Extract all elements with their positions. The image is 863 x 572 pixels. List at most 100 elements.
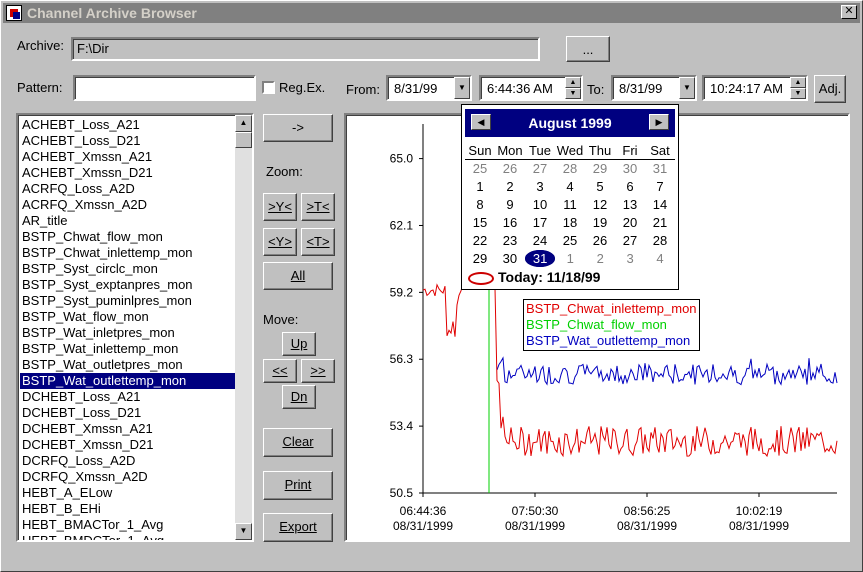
calendar-day[interactable]: 29 xyxy=(585,160,615,178)
date-picker-calendar[interactable]: ◀ August 1999 ▶ Sun Mon Tue Wed Thu Fri Sat 25… xyxy=(461,104,679,290)
calendar-day[interactable]: 26 xyxy=(495,160,525,178)
zoom-y-in-button[interactable]: >Y< xyxy=(263,193,297,221)
channel-list-item[interactable]: ACRFQ_Xmssn_A2D xyxy=(20,197,236,213)
move-down-button[interactable]: Dn xyxy=(282,385,316,409)
calendar-prev-month-icon[interactable]: ◀ xyxy=(471,114,491,130)
calendar-day[interactable]: 28 xyxy=(645,232,675,250)
zoom-t-in-button[interactable]: >T< xyxy=(301,193,335,221)
calendar-day[interactable]: 22 xyxy=(465,232,495,250)
channel-list-item[interactable]: HEBT_BMDCTor_1_Avg xyxy=(20,533,236,540)
calendar-day[interactable]: 29 xyxy=(465,250,495,268)
calendar-day[interactable]: 3 xyxy=(525,178,555,196)
calendar-day[interactable]: 4 xyxy=(645,250,675,268)
channel-list-item[interactable]: ACHEBT_Loss_D21 xyxy=(20,133,236,149)
channel-list-item[interactable]: HEBT_BMACTor_1_Avg xyxy=(20,517,236,533)
calendar-day[interactable]: 13 xyxy=(615,196,645,214)
channel-list-item[interactable]: BSTP_Wat_outlettemp_mon xyxy=(20,373,236,389)
channel-list-item[interactable]: BSTP_Wat_outletpres_mon xyxy=(20,357,236,373)
from-date-dropdown-icon[interactable]: ▼ xyxy=(454,77,470,99)
from-time-up-icon[interactable]: ▲ xyxy=(565,77,581,88)
channel-list-item[interactable]: BSTP_Chwat_inlettemp_mon xyxy=(20,245,236,261)
channel-list-item[interactable]: DCRFQ_Xmssn_A2D xyxy=(20,469,236,485)
calendar-today[interactable]: Today: 11/18/99 xyxy=(468,269,600,285)
channel-list-item[interactable]: DCRFQ_Loss_A2D xyxy=(20,453,236,469)
calendar-day[interactable]: 30 xyxy=(495,250,525,268)
channel-list-item[interactable]: DCHEBT_Xmssn_D21 xyxy=(20,437,236,453)
pattern-input[interactable] xyxy=(73,75,256,101)
calendar-day[interactable]: 9 xyxy=(495,196,525,214)
calendar-day[interactable]: 14 xyxy=(645,196,675,214)
calendar-day[interactable]: 2 xyxy=(495,178,525,196)
to-date-dropdown-icon[interactable]: ▼ xyxy=(679,77,695,99)
scroll-thumb[interactable] xyxy=(235,132,252,148)
calendar-day[interactable]: 27 xyxy=(615,232,645,250)
to-time-down-icon[interactable]: ▼ xyxy=(790,88,806,99)
calendar-next-month-icon[interactable]: ▶ xyxy=(649,114,669,130)
move-right-button[interactable]: >> xyxy=(301,359,335,383)
calendar-day[interactable]: 4 xyxy=(555,178,585,196)
channel-list-item[interactable]: ACRFQ_Loss_A2D xyxy=(20,181,236,197)
calendar-day[interactable]: 24 xyxy=(525,232,555,250)
zoom-t-out-button[interactable]: <T> xyxy=(301,228,335,256)
calendar-day[interactable]: 25 xyxy=(465,160,495,178)
calendar-day[interactable]: 8 xyxy=(465,196,495,214)
calendar-day[interactable]: 7 xyxy=(645,178,675,196)
move-left-button[interactable]: << xyxy=(263,359,297,383)
calendar-day[interactable]: 1 xyxy=(465,178,495,196)
channel-list-item[interactable]: DCHEBT_Loss_D21 xyxy=(20,405,236,421)
calendar-day[interactable]: 11 xyxy=(555,196,585,214)
calendar-day[interactable]: 20 xyxy=(615,214,645,232)
calendar-day[interactable]: 31 xyxy=(524,250,556,268)
browse-archive-button[interactable]: ... xyxy=(566,36,610,62)
calendar-day[interactable]: 3 xyxy=(615,250,645,268)
zoom-y-out-button[interactable]: <Y> xyxy=(263,228,297,256)
calendar-day[interactable]: 5 xyxy=(585,178,615,196)
calendar-day[interactable]: 21 xyxy=(645,214,675,232)
adjust-button[interactable]: Adj. xyxy=(814,75,846,103)
print-button[interactable]: Print xyxy=(263,471,333,500)
calendar-day[interactable]: 6 xyxy=(615,178,645,196)
channel-list-item[interactable]: ACHEBT_Xmssn_A21 xyxy=(20,149,236,165)
title-bar[interactable]: Channel Archive Browser ✕ xyxy=(3,3,860,23)
calendar-day[interactable]: 2 xyxy=(585,250,615,268)
regex-checkbox[interactable] xyxy=(262,81,275,94)
calendar-day[interactable]: 17 xyxy=(525,214,555,232)
channel-list-item[interactable]: BSTP_Chwat_flow_mon xyxy=(20,229,236,245)
calendar-day[interactable]: 19 xyxy=(585,214,615,232)
close-icon[interactable]: ✕ xyxy=(841,5,857,19)
channel-list-scrollbar[interactable]: ▲ ▼ xyxy=(235,115,252,540)
calendar-day[interactable]: 12 xyxy=(585,196,615,214)
calendar-day[interactable]: 10 xyxy=(525,196,555,214)
channel-list-item[interactable]: HEBT_A_ELow xyxy=(20,485,236,501)
calendar-day[interactable]: 30 xyxy=(615,160,645,178)
channel-list-item[interactable]: BSTP_Wat_inletpres_mon xyxy=(20,325,236,341)
calendar-day[interactable]: 27 xyxy=(525,160,555,178)
channel-list-item[interactable]: BSTP_Syst_circlc_mon xyxy=(20,261,236,277)
channel-list-item[interactable]: BSTP_Wat_inlettemp_mon xyxy=(20,341,236,357)
clear-button[interactable]: Clear xyxy=(263,428,333,457)
calendar-day[interactable]: 23 xyxy=(495,232,525,250)
scroll-up-icon[interactable]: ▲ xyxy=(235,115,252,132)
channel-list-item[interactable]: ACHEBT_Xmssn_D21 xyxy=(20,165,236,181)
channel-list-item[interactable]: DCHEBT_Xmssn_A21 xyxy=(20,421,236,437)
channel-list[interactable]: ACHEBT_Loss_A21 ACHEBT_Loss_D21 ACHEBT_Xms… xyxy=(16,113,254,542)
calendar-day[interactable]: 16 xyxy=(495,214,525,232)
calendar-day[interactable]: 18 xyxy=(555,214,585,232)
calendar-day[interactable]: 26 xyxy=(585,232,615,250)
channel-list-item[interactable]: DCHEBT_Loss_A21 xyxy=(20,389,236,405)
calendar-day[interactable]: 1 xyxy=(555,250,585,268)
move-up-button[interactable]: Up xyxy=(282,332,316,356)
channel-list-item[interactable]: AR_title xyxy=(20,213,236,229)
export-button[interactable]: Export xyxy=(263,513,333,542)
channel-list-item[interactable]: ACHEBT_Loss_A21 xyxy=(20,117,236,133)
zoom-all-button[interactable]: All xyxy=(263,262,333,290)
channel-list-item[interactable]: BSTP_Syst_exptanpres_mon xyxy=(20,277,236,293)
scroll-down-icon[interactable]: ▼ xyxy=(235,523,252,540)
add-channel-button[interactable]: -> xyxy=(263,114,333,142)
calendar-day[interactable]: 25 xyxy=(555,232,585,250)
to-time-up-icon[interactable]: ▲ xyxy=(790,77,806,88)
channel-list-item[interactable]: BSTP_Syst_puminlpres_mon xyxy=(20,293,236,309)
channel-list-item[interactable]: HEBT_B_EHi xyxy=(20,501,236,517)
channel-list-item[interactable]: BSTP_Wat_flow_mon xyxy=(20,309,236,325)
calendar-day[interactable]: 28 xyxy=(555,160,585,178)
